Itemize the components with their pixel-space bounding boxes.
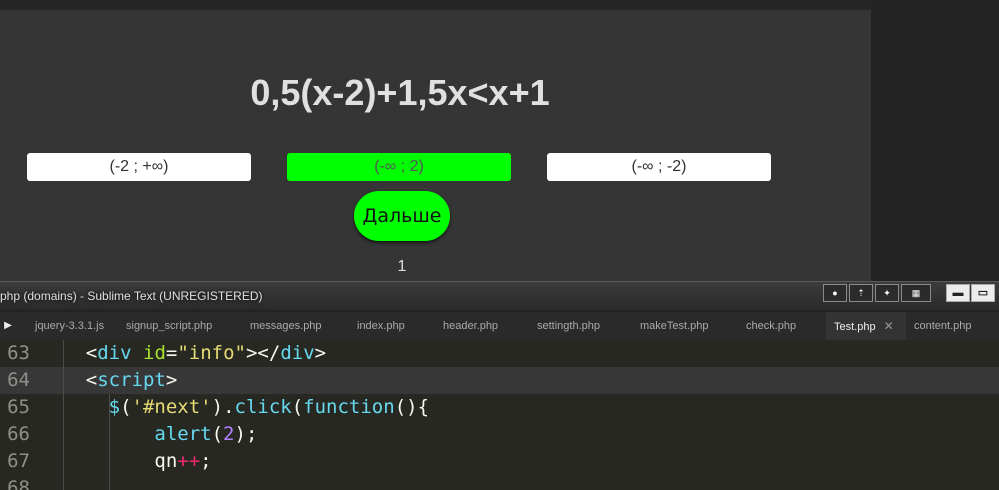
code-line[interactable]: 66 alert(2); [0, 421, 999, 448]
code-token: id [143, 342, 166, 364]
quiz-panel: 0,5(x-2)+1,5x<x+1 (-2 ; +∞) (-∞ ; 2) (-∞… [0, 10, 871, 282]
caption-pin-top-icon[interactable]: ⇡ [849, 284, 873, 302]
indent-guide [62, 421, 64, 448]
indent-guide [62, 367, 64, 394]
code-token: 2 [223, 423, 235, 445]
question-text: 0,5(x-2)+1,5x<x+1 [250, 72, 550, 113]
caption-dot-icon[interactable]: ● [823, 284, 847, 302]
code-token: > [165, 369, 178, 391]
tab-label: content.php [914, 320, 972, 332]
tab-label: settingth.php [537, 320, 600, 332]
line-number: 63 [7, 342, 30, 364]
tab-jquery[interactable]: jquery-3.3.1.js [35, 312, 104, 340]
code-line[interactable]: 67 qn++; [0, 448, 999, 475]
indent-guide [108, 421, 110, 448]
tab-label: index.php [357, 320, 405, 332]
tab-label: jquery-3.3.1.js [35, 320, 105, 332]
line-number: 64 [7, 369, 30, 391]
code-text: $('#next').click(function(){ [40, 394, 429, 421]
code-token: ; [200, 450, 212, 472]
tab-maketest[interactable]: makeTest.php [640, 312, 708, 340]
code-token: ></ [245, 342, 281, 364]
question-counter: 1 [397, 258, 407, 275]
code-token: < [85, 342, 98, 364]
maximize-icon[interactable]: ▭ [971, 284, 995, 302]
tab-signup-script[interactable]: signup_script.php [126, 312, 212, 340]
sublime-window: php (domains) - Sublime Text (UNREGISTER… [0, 281, 999, 490]
minimize-icon[interactable]: ▬ [946, 284, 970, 302]
line-number: 67 [7, 450, 30, 472]
code-line[interactable]: 68 [0, 475, 999, 490]
tab-label: Test.php [834, 321, 876, 333]
page-background [871, 0, 999, 282]
code-token: ++ [177, 450, 201, 472]
caption-grid-icon[interactable]: ▦ [901, 284, 931, 302]
indent-guide [62, 448, 64, 475]
code-token: "info" [177, 342, 246, 364]
tab-header[interactable]: header.php [443, 312, 498, 340]
line-number: 65 [7, 396, 30, 418]
indent-guide [108, 448, 110, 475]
window-title-bar[interactable]: php (domains) - Sublime Text (UNREGISTER… [0, 282, 999, 310]
code-token: '#next' [131, 396, 212, 418]
tab-messages[interactable]: messages.php [250, 312, 322, 340]
code-token: ( [120, 396, 132, 418]
code-text: alert(2); [40, 421, 257, 448]
code-token: ( [291, 396, 304, 418]
code-line[interactable]: 64 <script> [0, 367, 999, 394]
code-token: < [85, 369, 98, 391]
tab-label: signup_script.php [126, 320, 213, 332]
indent-guide [108, 394, 110, 421]
code-token: ). [211, 396, 235, 418]
line-number: 68 [7, 477, 30, 490]
play-triangle-icon[interactable]: ▶ [0, 312, 16, 340]
tab-label: check.php [746, 320, 797, 332]
code-token: ( [211, 423, 224, 445]
code-token: (){ [394, 396, 430, 418]
close-icon[interactable]: ✕ [884, 319, 894, 333]
tab-label: messages.php [250, 320, 322, 332]
indent-guide [108, 475, 110, 490]
code-line[interactable]: 63 <div id="info"></div> [0, 340, 999, 367]
code-text: <div id="info"></div> [40, 340, 326, 367]
window-title: php (domains) - Sublime Text (UNREGISTER… [0, 289, 263, 303]
indent-guide [62, 394, 64, 421]
code-token: div [280, 342, 315, 364]
tab-index[interactable]: index.php [357, 312, 405, 340]
code-text: qn++; [40, 448, 212, 475]
code-text: <script> [40, 367, 178, 394]
tab-test-active[interactable]: Test.php ✕ [826, 312, 906, 340]
code-token: $ [108, 396, 121, 418]
browser-viewport: 0,5(x-2)+1,5x<x+1 (-2 ; +∞) (-∞ ; 2) (-∞… [0, 0, 999, 282]
tab-label: header.php [443, 320, 499, 332]
code-token: > [314, 342, 327, 364]
code-editor[interactable]: 63 <div id="info"></div> 64 <script> 65 $(… [0, 340, 999, 490]
indent-guide [62, 340, 64, 367]
answer-option-1[interactable]: (-2 ; +∞) [27, 153, 251, 181]
code-token: = [165, 342, 178, 364]
caption-pin-icon[interactable]: ✦ [875, 284, 899, 302]
tab-content[interactable]: content.php [914, 312, 972, 340]
code-token: function [303, 396, 395, 418]
code-token: div [97, 342, 132, 364]
tab-label: makeTest.php [640, 320, 709, 332]
tab-settingth[interactable]: settingth.php [537, 312, 600, 340]
code-line[interactable]: 65 $('#next').click(function(){ [0, 394, 999, 421]
line-number: 66 [7, 423, 30, 445]
next-button[interactable]: Дальше [354, 191, 450, 241]
code-token: alert [154, 423, 212, 445]
answer-option-2[interactable]: (-∞ ; 2) [287, 153, 511, 181]
code-token: qn [154, 450, 178, 472]
answer-option-3[interactable]: (-∞ ; -2) [547, 153, 771, 181]
code-token: click [234, 396, 292, 418]
code-token: ); [234, 423, 258, 445]
code-token: script [97, 369, 166, 391]
tab-check[interactable]: check.php [746, 312, 796, 340]
indent-guide [62, 475, 64, 490]
screen: 0,5(x-2)+1,5x<x+1 (-2 ; +∞) (-∞ ; 2) (-∞… [0, 0, 999, 490]
